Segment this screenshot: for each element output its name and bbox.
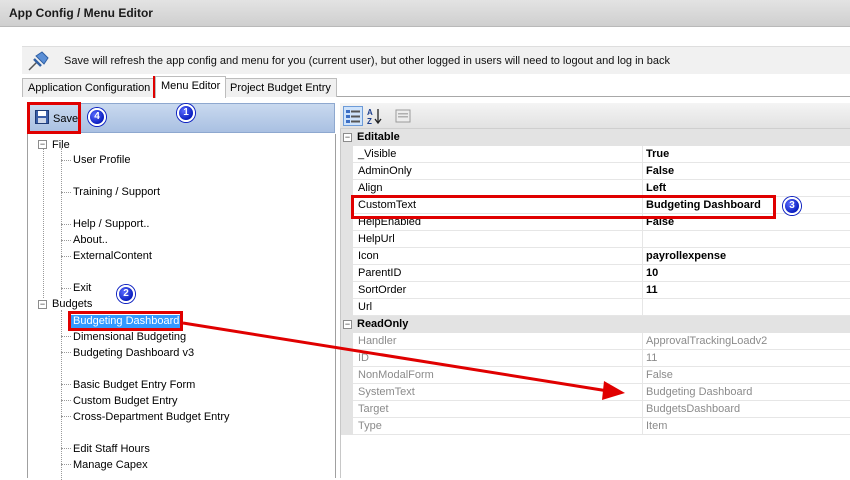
svg-text:A: A xyxy=(367,108,373,117)
property-value: Item xyxy=(643,418,850,435)
property-row-helpenabled[interactable]: HelpEnabled False xyxy=(341,214,850,231)
property-name: Url xyxy=(353,299,643,316)
window-title: App Config / Menu Editor xyxy=(9,6,153,20)
property-row-parentid[interactable]: ParentID 10 xyxy=(341,265,850,282)
property-grid: − Editable _Visible True AdminOnly False… xyxy=(340,129,850,478)
property-value[interactable]: 11 xyxy=(643,282,850,299)
property-value[interactable]: Left xyxy=(643,180,850,197)
property-row-url[interactable]: Url xyxy=(341,299,850,316)
property-name: NonModalForm xyxy=(353,367,643,384)
tree-node-edit-staff-hours[interactable]: Edit Staff Hours xyxy=(73,443,150,456)
property-value[interactable] xyxy=(643,299,850,316)
property-name: Type xyxy=(353,418,643,435)
window-titlebar: App Config / Menu Editor xyxy=(0,0,850,27)
info-message: Save will refresh the app config and men… xyxy=(64,55,670,67)
property-name: SystemText xyxy=(353,384,643,401)
info-bar: Save will refresh the app config and men… xyxy=(22,46,850,74)
property-value: False xyxy=(643,367,850,384)
property-value: ApprovalTrackingLoadv2 xyxy=(643,333,850,350)
tree-node-external-content[interactable]: ExternalContent xyxy=(73,250,152,263)
step-badge-2: 2 xyxy=(117,285,135,303)
categorized-view-button[interactable] xyxy=(343,106,363,126)
property-row-customtext[interactable]: CustomText Budgeting Dashboard xyxy=(341,197,850,214)
floppy-disk-icon xyxy=(35,110,49,127)
property-value[interactable]: Budgeting Dashboard xyxy=(643,197,850,214)
tree-node-exit[interactable]: Exit xyxy=(73,282,91,295)
property-row-align[interactable]: Align Left xyxy=(341,180,850,197)
property-row-adminonly[interactable]: AdminOnly False xyxy=(341,163,850,180)
property-pages-button[interactable] xyxy=(393,106,413,126)
property-name: HelpEnabled xyxy=(353,214,643,231)
tree-node-help-support[interactable]: Help / Support.. xyxy=(73,218,149,231)
property-name: Icon xyxy=(353,248,643,265)
tree-node-dimensional-budgeting[interactable]: Dimensional Budgeting xyxy=(73,331,186,344)
property-value[interactable]: payrollexpense xyxy=(643,248,850,265)
property-value[interactable]: 10 xyxy=(643,265,850,282)
tree-node-user-profile[interactable]: User Profile xyxy=(73,154,130,167)
step-badge-1: 1 xyxy=(177,104,195,122)
collapse-file-toggle[interactable]: − xyxy=(38,140,47,149)
property-row-sortorder[interactable]: SortOrder 11 xyxy=(341,282,850,299)
property-value[interactable] xyxy=(643,231,850,248)
property-name: AdminOnly xyxy=(353,163,643,180)
property-name: Handler xyxy=(353,333,643,350)
step-badge-3: 3 xyxy=(783,197,801,215)
collapse-budgets-toggle[interactable]: − xyxy=(38,300,47,309)
tree-node-basic-budget-entry-form[interactable]: Basic Budget Entry Form xyxy=(73,379,195,392)
tab-project-budget-entry[interactable]: Project Budget Entry xyxy=(224,78,337,97)
category-readonly-label: ReadOnly xyxy=(357,318,409,330)
category-editable[interactable]: − Editable xyxy=(341,129,850,146)
menu-tree[interactable]: − File User Profile Training / Support H… xyxy=(27,134,336,480)
save-button[interactable]: Save xyxy=(33,108,81,129)
property-row-nonmodalform[interactable]: NonModalForm False xyxy=(341,367,850,384)
tree-node-training-support[interactable]: Training / Support xyxy=(73,186,160,199)
tree-node-budgeting-dashboard[interactable]: Budgeting Dashboard xyxy=(71,315,182,328)
sort-alphabetical-icon: A Z xyxy=(366,108,384,128)
property-value: BudgetsDashboard xyxy=(643,401,850,418)
pushpin-icon xyxy=(26,50,50,72)
save-label: Save xyxy=(53,112,79,125)
tree-node-about[interactable]: About.. xyxy=(73,234,108,247)
category-editable-label: Editable xyxy=(357,131,400,143)
property-row-handler[interactable]: Handler ApprovalTrackingLoadv2 xyxy=(341,333,850,350)
svg-text:Z: Z xyxy=(367,117,372,125)
property-name: SortOrder xyxy=(353,282,643,299)
property-name: Target xyxy=(353,401,643,418)
property-row-icon[interactable]: Icon payrollexpense xyxy=(341,248,850,265)
property-value[interactable]: False xyxy=(643,163,850,180)
property-value: 11 xyxy=(643,350,850,367)
property-value: Budgeting Dashboard xyxy=(643,384,850,401)
alphabetical-view-button[interactable]: A Z xyxy=(365,106,385,126)
property-name: _Visible xyxy=(353,146,643,163)
tree-node-file[interactable]: File xyxy=(52,139,70,152)
property-row-helpurl[interactable]: HelpUrl xyxy=(341,231,850,248)
tab-application-configuration[interactable]: Application Configuration xyxy=(22,78,157,97)
property-row-visible[interactable]: _Visible True xyxy=(341,146,850,163)
property-row-id[interactable]: ID 11 xyxy=(341,350,850,367)
tree-node-manage-capex[interactable]: Manage Capex xyxy=(73,459,148,472)
property-name: ParentID xyxy=(353,265,643,282)
tree-node-cross-department-budget-entry[interactable]: Cross-Department Budget Entry xyxy=(73,411,230,424)
property-name: CustomText xyxy=(353,197,643,214)
property-row-target[interactable]: Target BudgetsDashboard xyxy=(341,401,850,418)
categorized-icon xyxy=(344,110,362,128)
tab-menu-editor[interactable]: Menu Editor xyxy=(155,76,227,98)
tree-node-budgeting-dashboard-v3[interactable]: Budgeting Dashboard v3 xyxy=(73,347,194,360)
property-row-systemtext[interactable]: SystemText Budgeting Dashboard xyxy=(341,384,850,401)
property-name: Align xyxy=(353,180,643,197)
tab-strip: Application Configuration Menu Editor Pr… xyxy=(22,76,850,98)
step-badge-4: 4 xyxy=(88,108,106,126)
collapse-readonly-toggle[interactable]: − xyxy=(343,320,352,329)
property-name: HelpUrl xyxy=(353,231,643,248)
property-name: ID xyxy=(353,350,643,367)
tree-node-budgets[interactable]: Budgets xyxy=(52,298,92,311)
tree-node-custom-budget-entry[interactable]: Custom Budget Entry xyxy=(73,395,178,408)
category-readonly[interactable]: − ReadOnly xyxy=(341,316,850,333)
property-grid-toolbar: A Z xyxy=(340,103,850,129)
collapse-editable-toggle[interactable]: − xyxy=(343,133,352,142)
property-row-type[interactable]: Type Item xyxy=(341,418,850,435)
property-pages-icon xyxy=(394,109,412,128)
property-value[interactable]: False xyxy=(643,214,850,231)
property-value[interactable]: True xyxy=(643,146,850,163)
